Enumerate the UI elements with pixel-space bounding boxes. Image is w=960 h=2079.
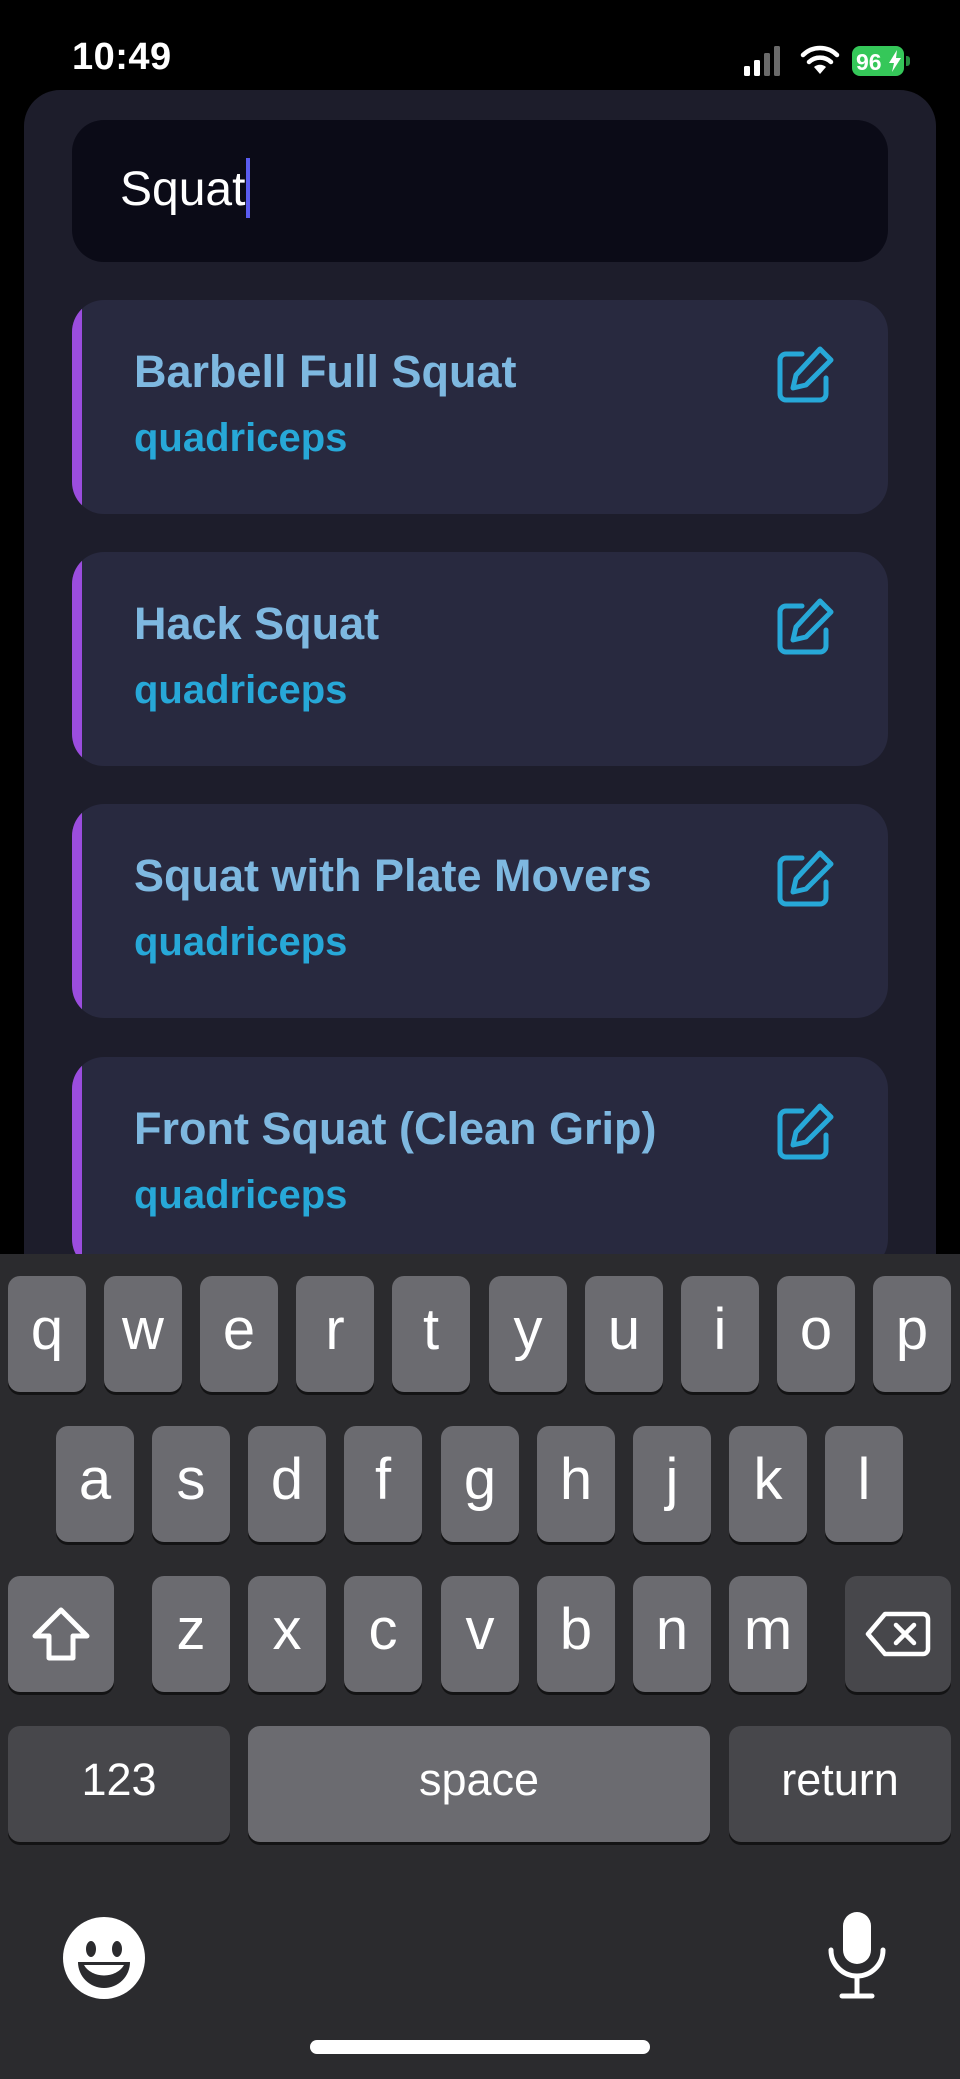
space-key[interactable]: space: [248, 1726, 710, 1842]
battery-tip: [906, 56, 910, 66]
exercise-muscle: quadriceps: [134, 416, 348, 460]
exercise-muscle: quadriceps: [134, 920, 348, 964]
emoji-icon[interactable]: [62, 1916, 146, 2000]
card-accent-bar: [72, 1057, 82, 1271]
key-b[interactable]: b: [537, 1576, 615, 1692]
exercise-card[interactable]: Squat with Plate Movers quadriceps: [72, 804, 888, 1018]
text-caret: [246, 158, 251, 219]
exercise-card[interactable]: Hack Squat quadriceps: [72, 552, 888, 766]
key-t[interactable]: t: [392, 1276, 470, 1392]
exercise-muscle: quadriceps: [134, 668, 348, 712]
search-input-value: Squat: [120, 158, 251, 222]
delete-key[interactable]: [845, 1576, 951, 1692]
edit-icon[interactable]: [772, 848, 836, 912]
key-q[interactable]: q: [8, 1276, 86, 1392]
wifi-icon: [800, 45, 840, 74]
card-accent-bar: [72, 804, 82, 1018]
key-c[interactable]: c: [344, 1576, 422, 1692]
key-u[interactable]: u: [585, 1276, 663, 1392]
search-input[interactable]: Squat: [72, 120, 888, 262]
card-accent-bar: [72, 300, 82, 514]
key-y[interactable]: y: [489, 1276, 567, 1392]
battery-level: 96: [856, 49, 882, 75]
cellular-signal-icon: [744, 46, 780, 76]
key-w[interactable]: w: [104, 1276, 182, 1392]
key-i[interactable]: i: [681, 1276, 759, 1392]
return-key[interactable]: return: [729, 1726, 951, 1842]
key-j[interactable]: j: [633, 1426, 711, 1542]
key-k[interactable]: k: [729, 1426, 807, 1542]
microphone-icon[interactable]: [826, 1910, 888, 2002]
exercise-card[interactable]: Front Squat (Clean Grip) quadriceps: [72, 1057, 888, 1271]
backspace-icon: [865, 1611, 931, 1657]
exercise-name: Squat with Plate Movers: [134, 850, 652, 901]
key-n[interactable]: n: [633, 1576, 711, 1692]
edit-icon[interactable]: [772, 596, 836, 660]
key-e[interactable]: e: [200, 1276, 278, 1392]
key-h[interactable]: h: [537, 1426, 615, 1542]
card-accent-bar: [72, 552, 82, 766]
search-text: Squat: [120, 163, 246, 216]
key-d[interactable]: d: [248, 1426, 326, 1542]
status-time: 10:49: [72, 36, 172, 78]
exercise-name: Hack Squat: [134, 598, 380, 649]
key-r[interactable]: r: [296, 1276, 374, 1392]
key-s[interactable]: s: [152, 1426, 230, 1542]
battery-indicator: 96: [852, 46, 910, 76]
charging-bolt-icon: [889, 50, 901, 72]
shift-key[interactable]: [8, 1576, 114, 1692]
exercise-card[interactable]: Barbell Full Squat quadriceps: [72, 300, 888, 514]
numbers-key[interactable]: 123: [8, 1726, 230, 1842]
shift-icon: [32, 1607, 90, 1661]
exercise-name: Front Squat (Clean Grip): [134, 1103, 657, 1154]
exercise-name: Barbell Full Squat: [134, 346, 517, 397]
key-a[interactable]: a: [56, 1426, 134, 1542]
key-g[interactable]: g: [441, 1426, 519, 1542]
edit-icon[interactable]: [772, 344, 836, 408]
battery-body: 96: [852, 46, 904, 76]
key-m[interactable]: m: [729, 1576, 807, 1692]
key-l[interactable]: l: [825, 1426, 903, 1542]
edit-icon[interactable]: [772, 1101, 836, 1165]
key-o[interactable]: o: [777, 1276, 855, 1392]
key-v[interactable]: v: [441, 1576, 519, 1692]
key-f[interactable]: f: [344, 1426, 422, 1542]
exercise-muscle: quadriceps: [134, 1173, 348, 1217]
key-p[interactable]: p: [873, 1276, 951, 1392]
key-x[interactable]: x: [248, 1576, 326, 1692]
home-indicator: [310, 2040, 650, 2054]
key-z[interactable]: z: [152, 1576, 230, 1692]
